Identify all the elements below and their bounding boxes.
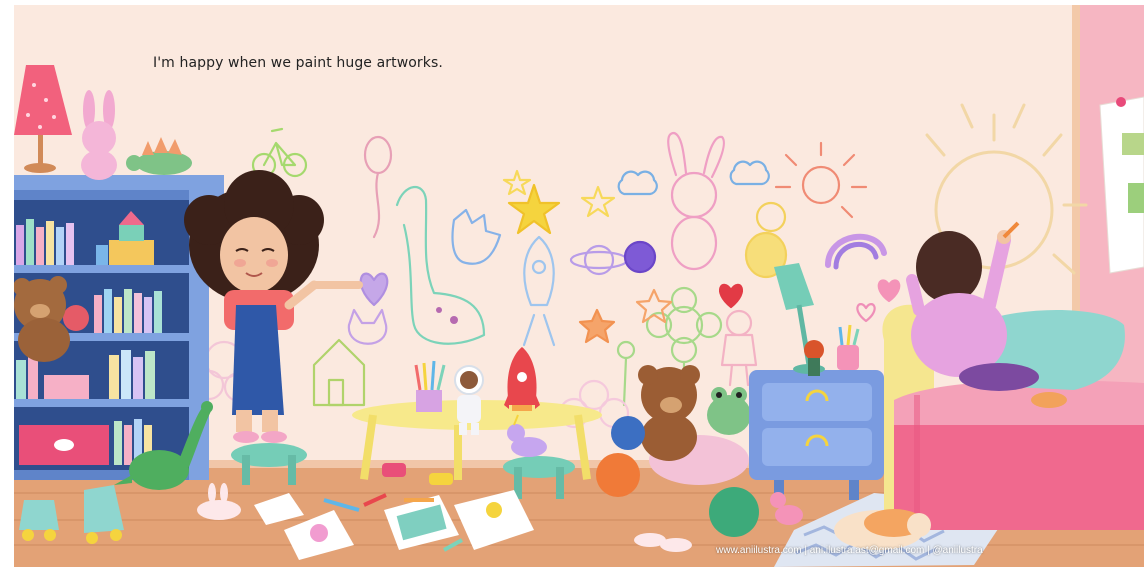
ball-icon [596,453,640,497]
artist-credits: www.aniilustra.com | ani.ilustra.ast@gma… [716,545,983,556]
ball-icon [709,487,759,537]
ball-icon [611,416,645,450]
toy-car-icon [429,473,453,485]
teddy-bear-icon [14,276,70,362]
illustration-page: I'm happy when we paint huge artworks. w… [0,0,1144,568]
toy-car-icon [382,463,406,477]
slipper-icon [660,538,692,552]
kids-room-illustration [14,5,1144,567]
illustration-frame: I'm happy when we paint huge artworks. w… [14,5,1144,567]
planet-doodle-icon [623,240,657,274]
story-caption: I'm happy when we paint huge artworks. [153,55,443,71]
